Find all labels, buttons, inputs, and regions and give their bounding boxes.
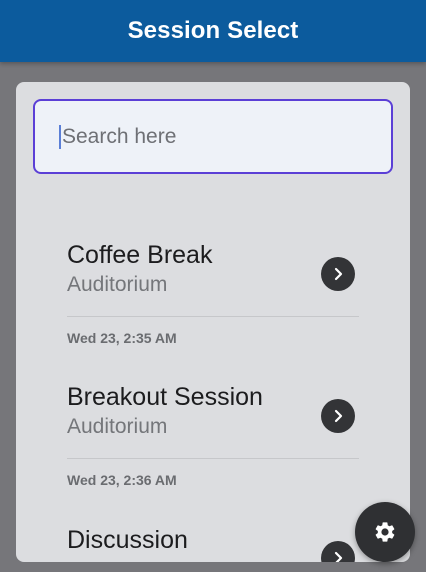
divider — [67, 316, 359, 317]
divider — [67, 458, 359, 459]
search-box[interactable] — [33, 99, 393, 174]
search-input[interactable] — [62, 124, 362, 149]
chevron-right-icon — [334, 267, 343, 281]
page-title: Session Select — [127, 17, 299, 44]
open-session-button[interactable] — [321, 257, 355, 291]
session-location: Auditorium — [67, 415, 168, 438]
text-cursor — [59, 124, 61, 149]
session-location: Auditorium — [67, 273, 168, 296]
list-item[interactable]: Coffee Break Auditorium Wed 23, 2:35 AM — [67, 240, 359, 346]
app-header: Session Select — [0, 0, 426, 62]
open-session-button[interactable] — [321, 399, 355, 433]
gear-icon — [375, 522, 395, 542]
session-panel: Coffee Break Auditorium Wed 23, 2:35 AM … — [16, 82, 410, 562]
session-title: Breakout Session — [67, 383, 263, 411]
settings-button[interactable] — [355, 502, 415, 562]
session-time: Wed 23, 2:35 AM — [67, 330, 177, 346]
list-item[interactable]: Discussion — [67, 525, 359, 562]
session-title: Discussion — [67, 526, 188, 554]
session-title: Coffee Break — [67, 241, 213, 269]
chevron-right-icon — [334, 409, 343, 423]
chevron-right-icon — [334, 551, 343, 562]
session-time: Wed 23, 2:36 AM — [67, 472, 177, 488]
list-item[interactable]: Breakout Session Auditorium Wed 23, 2:36… — [67, 382, 359, 488]
